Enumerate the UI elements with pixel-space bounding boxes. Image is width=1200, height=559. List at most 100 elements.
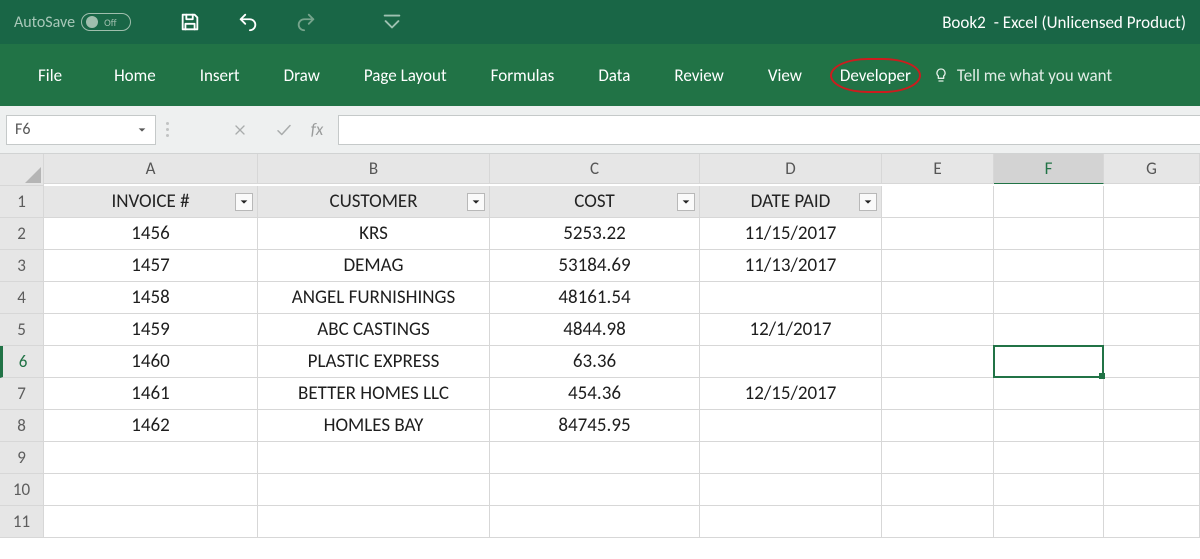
tab-draw[interactable]: Draw — [262, 59, 342, 92]
cell-d4[interactable] — [700, 282, 882, 314]
cell-c1[interactable]: COST — [490, 186, 700, 218]
cell-f10[interactable] — [994, 474, 1104, 506]
cell-d8[interactable] — [700, 410, 882, 442]
cell-e6[interactable] — [882, 346, 994, 378]
col-header-d[interactable]: D — [700, 154, 882, 184]
cell-g11[interactable] — [1104, 506, 1200, 538]
cell-d7[interactable]: 12/15/2017 — [700, 378, 882, 410]
cell-e10[interactable] — [882, 474, 994, 506]
cell-f2[interactable] — [994, 218, 1104, 250]
row-header-8[interactable]: 8 — [0, 410, 44, 442]
cell-c11[interactable] — [490, 506, 700, 538]
insert-function-button[interactable]: fx — [306, 114, 338, 146]
cancel-formula-icon[interactable] — [218, 114, 262, 146]
cell-e9[interactable] — [882, 442, 994, 474]
cell-a2[interactable]: 1456 — [44, 218, 258, 250]
cell-g4[interactable] — [1104, 282, 1200, 314]
redo-icon[interactable] — [295, 11, 317, 33]
cell-b3[interactable]: DEMAG — [258, 250, 490, 282]
tab-review[interactable]: Review — [652, 59, 745, 92]
cell-g3[interactable] — [1104, 250, 1200, 282]
cell-e7[interactable] — [882, 378, 994, 410]
cell-a9[interactable] — [44, 442, 258, 474]
cell-g5[interactable] — [1104, 314, 1200, 346]
col-header-e[interactable]: E — [882, 154, 994, 184]
cell-f9[interactable] — [994, 442, 1104, 474]
col-header-b[interactable]: B — [258, 154, 490, 184]
tab-view[interactable]: View — [746, 59, 824, 92]
cell-b2[interactable]: KRS — [258, 218, 490, 250]
cell-a11[interactable] — [44, 506, 258, 538]
cell-c6[interactable]: 63.36 — [490, 346, 700, 378]
cell-b5[interactable]: ABC CASTINGS — [258, 314, 490, 346]
cell-b4[interactable]: ANGEL FURNISHINGS — [258, 282, 490, 314]
tab-formulas[interactable]: Formulas — [469, 59, 577, 92]
cell-b8[interactable]: HOMLES BAY — [258, 410, 490, 442]
row-header-10[interactable]: 10 — [0, 474, 44, 506]
cell-b1[interactable]: CUSTOMER — [258, 186, 490, 218]
filter-dropdown-icon[interactable] — [859, 193, 877, 211]
cell-b7[interactable]: BETTER HOMES LLC — [258, 378, 490, 410]
cell-c10[interactable] — [490, 474, 700, 506]
tab-file[interactable]: File — [30, 59, 92, 92]
cell-d6[interactable] — [700, 346, 882, 378]
cell-f8[interactable] — [994, 410, 1104, 442]
cell-b10[interactable] — [258, 474, 490, 506]
cell-c8[interactable]: 84745.95 — [490, 410, 700, 442]
cell-g8[interactable] — [1104, 410, 1200, 442]
row-header-7[interactable]: 7 — [0, 378, 44, 410]
cell-f6[interactable] — [994, 346, 1104, 378]
cell-g1[interactable] — [1104, 186, 1200, 218]
tab-insert[interactable]: Insert — [178, 59, 262, 92]
col-header-f[interactable]: F — [994, 154, 1104, 184]
cell-c4[interactable]: 48161.54 — [490, 282, 700, 314]
col-header-c[interactable]: C — [490, 154, 700, 184]
row-header-5[interactable]: 5 — [0, 314, 44, 346]
cell-f11[interactable] — [994, 506, 1104, 538]
undo-icon[interactable] — [237, 11, 259, 33]
select-all-corner[interactable] — [0, 154, 44, 186]
tab-developer[interactable]: Developer — [840, 65, 911, 86]
row-header-11[interactable]: 11 — [0, 506, 44, 538]
col-header-g[interactable]: G — [1104, 154, 1200, 184]
cell-e8[interactable] — [882, 410, 994, 442]
cell-d2[interactable]: 11/15/2017 — [700, 218, 882, 250]
cell-e1[interactable] — [882, 186, 994, 218]
cell-e4[interactable] — [882, 282, 994, 314]
spreadsheet-grid[interactable]: A B C D E F G 1 INVOICE # CUSTOMER COST … — [0, 154, 1200, 538]
tab-data[interactable]: Data — [576, 59, 652, 92]
cell-g2[interactable] — [1104, 218, 1200, 250]
cell-e5[interactable] — [882, 314, 994, 346]
tell-me-search[interactable]: Tell me what you want — [933, 65, 1112, 86]
filter-dropdown-icon[interactable] — [677, 193, 695, 211]
cell-a4[interactable]: 1458 — [44, 282, 258, 314]
cell-e2[interactable] — [882, 218, 994, 250]
autosave-toggle[interactable]: AutoSave Off — [14, 13, 131, 32]
cell-f3[interactable] — [994, 250, 1104, 282]
row-header-3[interactable]: 3 — [0, 250, 44, 282]
namebox-resize-handle[interactable] — [160, 114, 174, 146]
cell-b11[interactable] — [258, 506, 490, 538]
fill-handle[interactable] — [1099, 373, 1105, 379]
cell-e3[interactable] — [882, 250, 994, 282]
row-header-4[interactable]: 4 — [0, 282, 44, 314]
filter-dropdown-icon[interactable] — [235, 193, 253, 211]
cell-a10[interactable] — [44, 474, 258, 506]
cell-g10[interactable] — [1104, 474, 1200, 506]
cell-c3[interactable]: 53184.69 — [490, 250, 700, 282]
cell-f4[interactable] — [994, 282, 1104, 314]
cell-a5[interactable]: 1459 — [44, 314, 258, 346]
cell-g7[interactable] — [1104, 378, 1200, 410]
row-header-6[interactable]: 6 — [0, 346, 44, 378]
chevron-down-icon[interactable] — [137, 125, 147, 135]
save-icon[interactable] — [179, 11, 201, 33]
accept-formula-icon[interactable] — [262, 114, 306, 146]
cell-b6[interactable]: PLASTIC EXPRESS — [258, 346, 490, 378]
cell-c5[interactable]: 4844.98 — [490, 314, 700, 346]
tab-page-layout[interactable]: Page Layout — [342, 59, 469, 92]
cell-d5[interactable]: 12/1/2017 — [700, 314, 882, 346]
cell-c7[interactable]: 454.36 — [490, 378, 700, 410]
cell-a3[interactable]: 1457 — [44, 250, 258, 282]
cell-a6[interactable]: 1460 — [44, 346, 258, 378]
filter-dropdown-icon[interactable] — [467, 193, 485, 211]
